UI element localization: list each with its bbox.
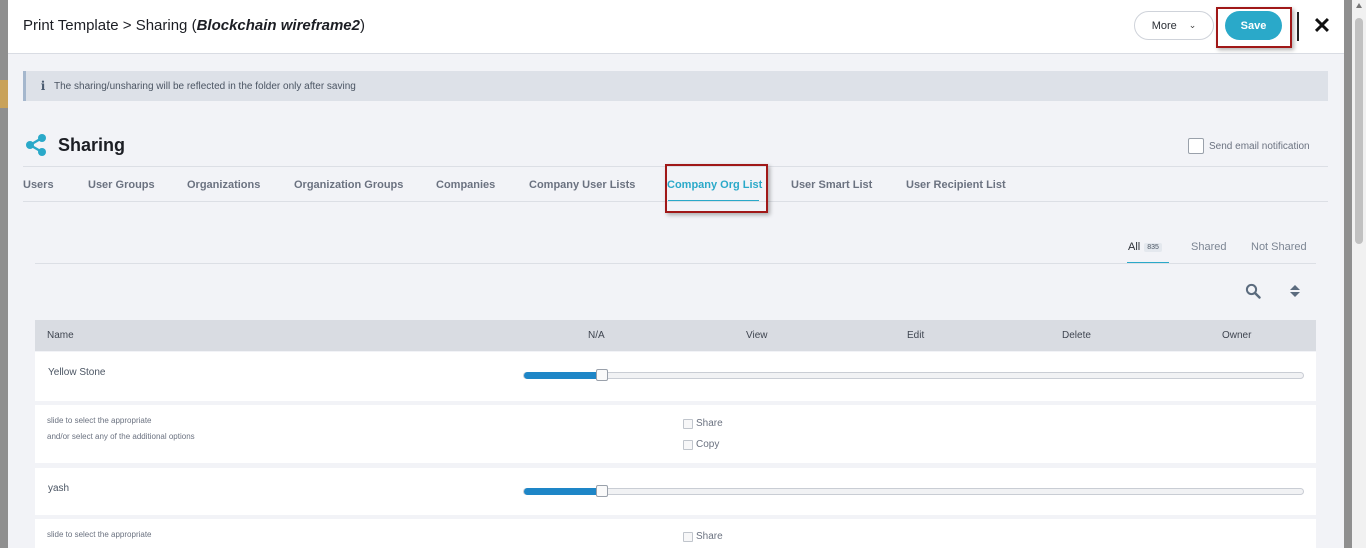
tab-companies[interactable]: Companies bbox=[436, 179, 495, 191]
modal-header: Print Template > Sharing (Blockchain wir… bbox=[8, 0, 1344, 54]
email-notification-checkbox[interactable] bbox=[1188, 138, 1204, 154]
filter-not-shared[interactable]: Not Shared bbox=[1251, 241, 1307, 253]
column-edit: Edit bbox=[907, 330, 925, 341]
row-options: slide to select the appropriate Share bbox=[35, 519, 1316, 548]
column-view: View bbox=[746, 330, 768, 341]
row-name: yash bbox=[48, 483, 70, 494]
column-delete: Delete bbox=[1062, 330, 1091, 341]
row-name: Yellow Stone bbox=[48, 367, 106, 378]
row-hint: slide to select the appropriate and/or s… bbox=[47, 416, 195, 441]
save-button[interactable]: Save bbox=[1225, 11, 1282, 40]
column-owner: Owner bbox=[1222, 330, 1252, 341]
copy-checkbox[interactable] bbox=[683, 439, 693, 450]
tab-user-groups[interactable]: User Groups bbox=[88, 179, 155, 191]
tab-user-recipient-list[interactable]: User Recipient List bbox=[906, 179, 1006, 191]
count-badge: 835 bbox=[1144, 243, 1162, 252]
search-icon[interactable] bbox=[1245, 283, 1261, 299]
tab-highlight-box bbox=[665, 164, 768, 213]
scrollbar[interactable] bbox=[1352, 0, 1366, 548]
share-option[interactable]: Share bbox=[683, 418, 723, 429]
tab-users[interactable]: Users bbox=[23, 179, 54, 191]
share-option[interactable]: Share bbox=[683, 531, 723, 542]
sharing-modal: Print Template > Sharing (Blockchain wir… bbox=[8, 0, 1344, 548]
row-hint: slide to select the appropriate bbox=[47, 530, 152, 539]
section-title: Sharing bbox=[58, 134, 126, 155]
filter-divider bbox=[35, 263, 1316, 264]
column-na: N/A bbox=[588, 330, 605, 341]
sort-icon[interactable] bbox=[1289, 284, 1301, 298]
tab-organization-groups[interactable]: Organization Groups bbox=[294, 179, 403, 191]
slider-handle[interactable] bbox=[596, 485, 608, 497]
info-icon: i bbox=[40, 79, 46, 93]
more-button[interactable]: More ⌄ bbox=[1134, 11, 1214, 40]
share-option-label: Share bbox=[696, 531, 723, 542]
permission-slider[interactable] bbox=[523, 369, 1304, 381]
sharing-section-header: Sharing bbox=[25, 133, 125, 157]
info-banner: i The sharing/unsharing will be reflecte… bbox=[23, 71, 1328, 101]
permission-slider[interactable] bbox=[523, 485, 1304, 497]
scroll-thumb[interactable] bbox=[1355, 18, 1363, 244]
email-notification-toggle[interactable]: Send email notification bbox=[1188, 138, 1310, 154]
share-option-label: Share bbox=[696, 418, 723, 429]
more-button-label: More bbox=[1151, 19, 1177, 32]
copy-option-label: Copy bbox=[696, 439, 720, 450]
tab-user-smart-list[interactable]: User Smart List bbox=[791, 179, 872, 191]
slider-fill bbox=[524, 372, 602, 379]
tab-organizations[interactable]: Organizations bbox=[187, 179, 260, 191]
scroll-up-icon[interactable] bbox=[1356, 3, 1362, 8]
copy-option[interactable]: Copy bbox=[683, 439, 719, 450]
info-banner-text: The sharing/unsharing will be reflected … bbox=[54, 80, 356, 92]
backdrop-strip bbox=[0, 80, 8, 108]
share-checkbox[interactable] bbox=[683, 418, 693, 429]
email-notification-label: Send email notification bbox=[1209, 140, 1310, 152]
table-row: yash bbox=[35, 468, 1316, 515]
slider-fill bbox=[524, 488, 602, 495]
table-row: Yellow Stone bbox=[35, 352, 1316, 401]
tab-company-user-lists[interactable]: Company User Lists bbox=[529, 179, 635, 191]
header-divider bbox=[1297, 12, 1299, 41]
row-options: slide to select the appropriate and/or s… bbox=[35, 405, 1316, 463]
share-icon bbox=[26, 134, 46, 156]
filter-all[interactable]: All 835 bbox=[1128, 241, 1162, 253]
slider-handle[interactable] bbox=[596, 369, 608, 381]
column-name: Name bbox=[47, 330, 74, 341]
chevron-down-icon: ⌄ bbox=[1188, 20, 1197, 30]
page-title: Print Template > Sharing (Blockchain wir… bbox=[23, 17, 365, 34]
share-checkbox[interactable] bbox=[683, 531, 693, 542]
template-name: Blockchain wireframe2 bbox=[196, 17, 360, 34]
table-header: Name N/A View Edit Delete Owner bbox=[35, 320, 1316, 351]
filter-shared[interactable]: Shared bbox=[1191, 241, 1226, 253]
close-icon[interactable]: ✕ bbox=[1311, 12, 1333, 40]
